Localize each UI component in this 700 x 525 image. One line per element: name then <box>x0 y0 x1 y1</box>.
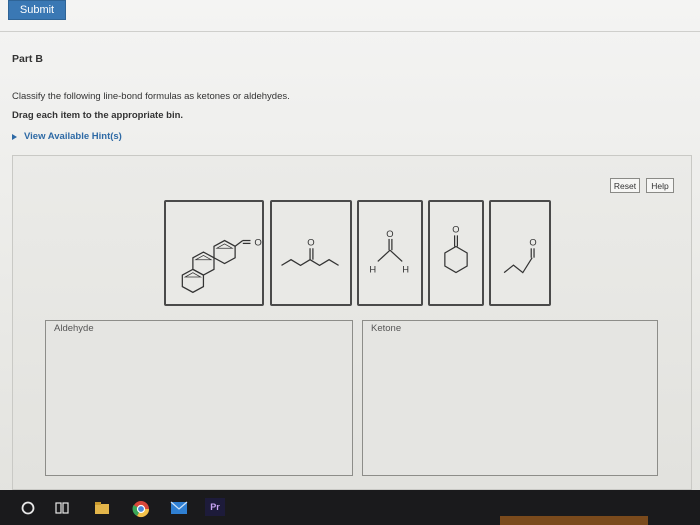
oxygen-label: O <box>307 237 314 248</box>
drag-instruction: Drag each item to the appropriate bin. <box>12 110 184 121</box>
question-instruction: Classify the following line-bond formula… <box>12 91 290 102</box>
aldehyde-bin[interactable]: Aldehyde <box>45 320 353 476</box>
file-explorer-icon[interactable] <box>94 500 110 516</box>
oxygen-label: O <box>452 225 459 235</box>
task-view-icon[interactable] <box>54 500 70 516</box>
submit-button[interactable]: Submit <box>8 0 66 20</box>
taskbar-highlight-strip <box>500 516 648 525</box>
molecule-tile-polycyclic-aldehyde[interactable]: O <box>164 200 264 306</box>
help-button[interactable]: Help <box>646 178 674 193</box>
view-hints-label: View Available Hint(s) <box>24 131 122 142</box>
molecule-tile-butanone[interactable]: O <box>489 200 551 306</box>
start-circle-icon[interactable] <box>20 500 36 516</box>
part-title: Part B <box>12 53 43 65</box>
aldehyde-bin-label: Aldehyde <box>54 323 94 334</box>
hydrogen-left-label: H <box>369 264 376 275</box>
oxygen-label: O <box>254 237 261 248</box>
oxygen-label: O <box>386 228 393 239</box>
molecule-structure-5: O <box>503 238 537 274</box>
section-divider <box>0 31 700 32</box>
caret-right-icon <box>12 133 17 140</box>
oxygen-label: O <box>529 238 536 248</box>
ketone-bin[interactable]: Ketone <box>362 320 658 476</box>
reset-button[interactable]: Reset <box>610 178 640 193</box>
molecule-tile-cyclohexanone[interactable]: O <box>428 200 484 306</box>
molecule-structure-3: O H H <box>369 228 409 275</box>
premiere-pro-icon[interactable]: Pr <box>205 498 225 516</box>
view-hints-link[interactable]: View Available Hint(s) <box>12 131 122 142</box>
chrome-icon[interactable] <box>132 500 150 518</box>
hydrogen-right-label: H <box>402 264 409 275</box>
mail-icon[interactable] <box>170 500 188 516</box>
ketone-bin-label: Ketone <box>371 323 402 334</box>
molecule-structure-1: O <box>181 237 262 294</box>
molecule-tile-formaldehyde[interactable]: O H H <box>357 200 423 306</box>
molecule-tile-chain-ketone[interactable]: O <box>270 200 352 306</box>
molecule-structure-2: O <box>281 237 339 267</box>
molecule-structure-4: O <box>444 225 468 274</box>
